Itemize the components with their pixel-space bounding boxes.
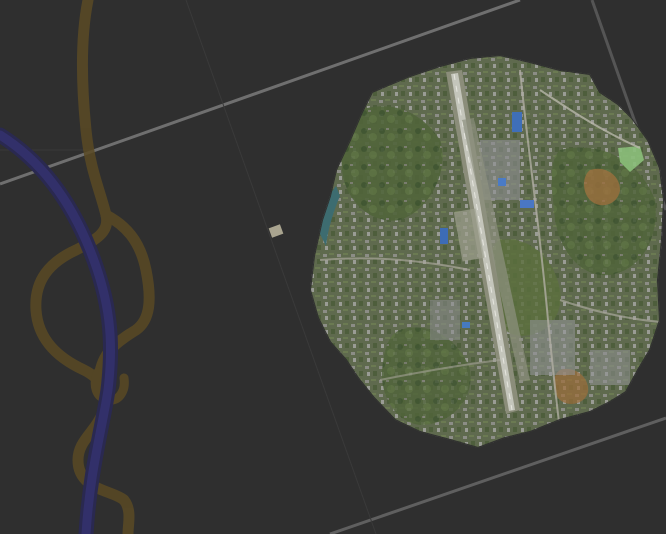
map-canvas[interactable]	[0, 0, 666, 534]
map-viewport[interactable]	[0, 0, 666, 534]
